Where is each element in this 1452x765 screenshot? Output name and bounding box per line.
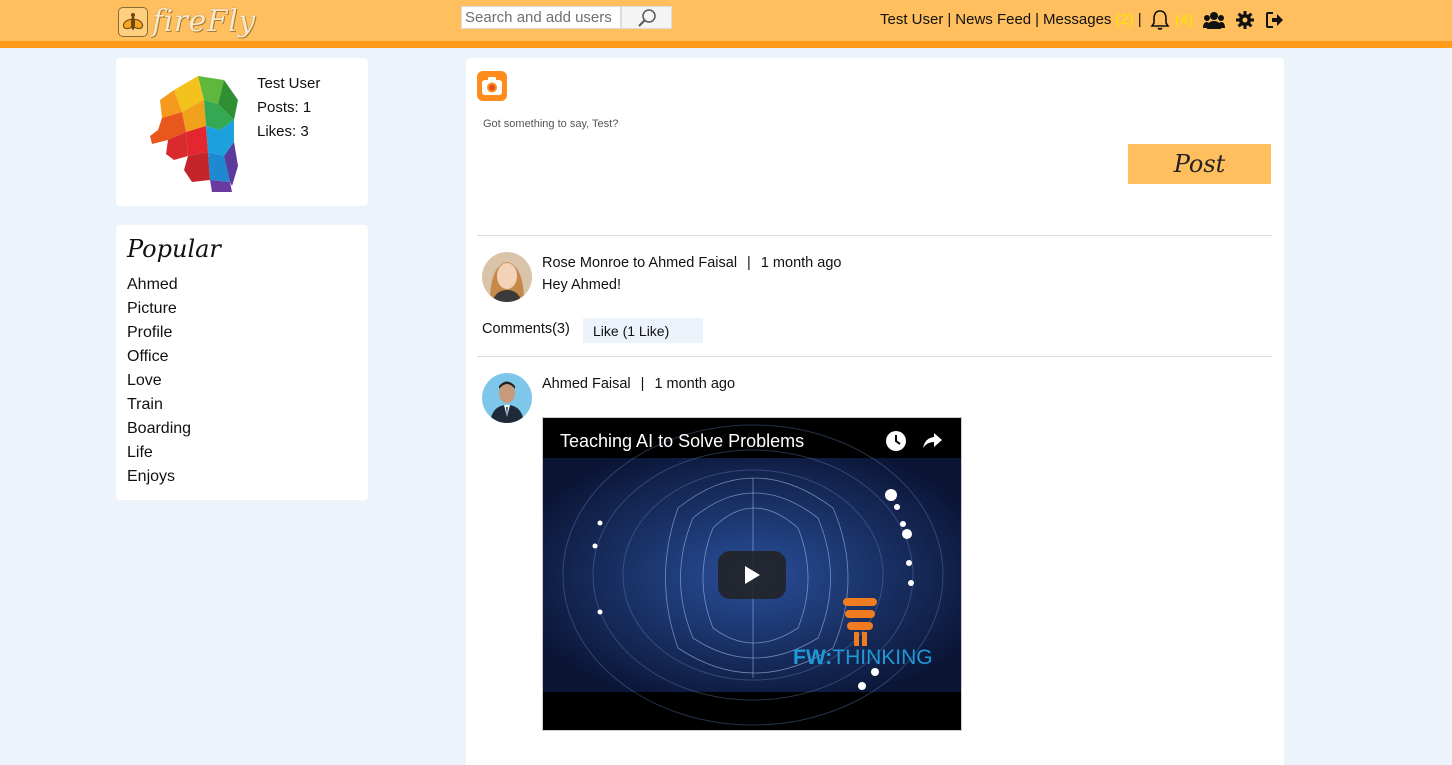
avatar[interactable] [482,373,532,423]
popular-item[interactable]: Enjoys [127,465,191,489]
popular-item[interactable]: Picture [127,297,191,321]
popular-item[interactable]: Love [127,369,191,393]
post-meta: Ahmed Faisal | 1 month ago [542,376,736,392]
search-icon [637,8,656,27]
play-button[interactable] [718,551,786,599]
notifications-count: (4) [1175,11,1194,29]
popular-item[interactable]: Profile [127,321,191,345]
profile-name[interactable]: Test User [257,72,320,96]
like-button[interactable]: Like (1 Like) [583,318,703,343]
camera-icon [482,77,502,95]
popular-item[interactable]: Life [127,441,191,465]
nav-news-feed-link[interactable]: News Feed [955,11,1031,28]
camera-button[interactable] [477,71,507,101]
nav-icons: (4) [1150,9,1284,31]
video-controls [885,430,943,452]
profile-posts: Posts: 1 [257,99,312,116]
avatar[interactable] [482,252,532,302]
firefly-icon [118,6,148,37]
comments-link[interactable]: Comments(3) [482,321,570,337]
users-icon[interactable] [1203,11,1226,29]
profile-likes: Likes: 3 [257,123,309,140]
play-icon [745,566,760,584]
video-title[interactable]: Teaching AI to Solve Problems [560,431,804,452]
video-embed[interactable]: Teaching AI to Solve Problems FW:THINKIN… [542,417,962,731]
divider [477,356,1272,357]
brand-fw: FW: [793,646,833,669]
post-author[interactable]: Ahmed Faisal [542,376,631,392]
sign-out-icon[interactable] [1266,12,1284,28]
feed-card: Got something to say, Test? Post Rose Mo… [466,58,1284,765]
nav-separator: | [1035,11,1040,28]
top-bar: fireFly Test User | News Feed | Messages… [0,0,1452,48]
post-meta: Rose Monroe to Ahmed Faisal | 1 month ago [542,255,842,271]
profile-info: Test User Posts: 1 Likes: 3 [257,72,320,144]
logo-text: fireFly [152,4,256,39]
nav-separator: | [947,11,952,28]
nav-user-link[interactable]: Test User [880,11,943,28]
post-body: Hey Ahmed! [542,277,621,293]
share-icon[interactable] [921,430,943,452]
popular-item[interactable]: Ahmed [127,273,191,297]
messages-count: (2) [1115,11,1134,28]
search-input[interactable] [461,6,621,29]
gear-icon[interactable] [1236,11,1255,29]
nav-messages-link[interactable]: Messages [1043,11,1111,28]
clock-icon[interactable] [885,430,907,452]
popular-item[interactable]: Train [127,393,191,417]
post-author[interactable]: Rose Monroe to Ahmed Faisal [542,255,737,271]
post-time: 1 month ago [654,376,736,392]
popular-card: Popular Ahmed Picture Profile Office Lov… [116,225,368,500]
search-button[interactable] [621,6,672,29]
popular-title: Popular [127,235,221,263]
post-time: 1 month ago [760,255,842,271]
profile-avatar[interactable] [138,70,254,194]
composer-prompt[interactable]: Got something to say, Test? [483,118,618,130]
profile-card: Test User Posts: 1 Likes: 3 [116,58,368,206]
search-bar [461,6,672,29]
post-button[interactable]: Post [1128,144,1271,184]
popular-item[interactable]: Boarding [127,417,191,441]
nav-links: Test User | News Feed | Messages (2) | [880,11,1146,28]
popular-item[interactable]: Office [127,345,191,369]
popular-list: Ahmed Picture Profile Office Love Train … [127,273,191,489]
divider [477,235,1272,236]
logo[interactable]: fireFly [118,4,256,39]
video-brand: FW:THINKING [793,646,933,670]
brand-thinking: THINKING [832,646,933,669]
bell-icon[interactable] [1150,9,1170,31]
nav-separator: | [1137,11,1142,28]
